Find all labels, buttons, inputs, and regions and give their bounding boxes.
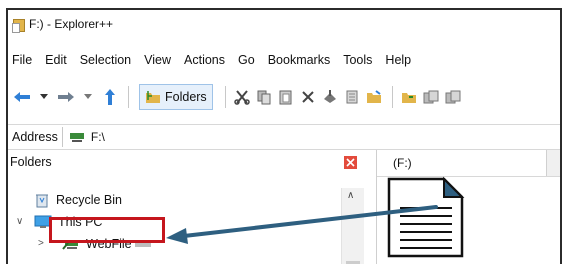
menu-bar: File Edit Selection View Actions Go Book…: [8, 50, 560, 70]
menu-selection[interactable]: Selection: [76, 53, 140, 67]
up-button[interactable]: [100, 85, 120, 109]
toolbar: Folders: [8, 82, 560, 112]
window-title: F:) - Explorer++: [29, 17, 114, 31]
paste-icon: [279, 90, 292, 105]
scrollbar-thumb[interactable]: [346, 261, 360, 264]
chevron-down-icon: [84, 94, 92, 99]
cut-icon: [233, 90, 250, 105]
tab-drive-f[interactable]: (F:): [377, 150, 547, 176]
properties-icon: [323, 90, 336, 103]
menu-tools[interactable]: Tools: [339, 53, 381, 67]
copy-to-icon: [445, 90, 461, 104]
delete-icon: [301, 91, 314, 103]
cut-button[interactable]: [232, 85, 252, 109]
folders-panel: Folders Recycle Bin ∨ This PC > WebFile: [8, 150, 364, 264]
folders-icon: [146, 91, 160, 103]
menu-help[interactable]: Help: [381, 53, 420, 67]
forward-dropdown[interactable]: [78, 85, 98, 109]
menu-go[interactable]: Go: [234, 53, 264, 67]
forward-button[interactable]: [56, 85, 76, 109]
view-icon: [346, 90, 358, 104]
address-bar: Address F:\: [8, 124, 560, 150]
network-drive-icon: [69, 133, 84, 142]
title-bar: F:) - Explorer++: [8, 10, 560, 38]
properties-button[interactable]: [320, 85, 340, 109]
scroll-up-icon[interactable]: ∧: [347, 190, 354, 201]
extra-button[interactable]: [443, 85, 463, 109]
folders-button-label: Folders: [165, 90, 207, 104]
toolbar-separator: [391, 86, 393, 108]
menu-actions[interactable]: Actions: [180, 53, 234, 67]
recycle-bin-icon: [36, 194, 48, 208]
chevron-down-icon[interactable]: ∨: [16, 216, 23, 227]
file-list-pane: (F:): [376, 150, 560, 264]
menu-file[interactable]: File: [8, 53, 41, 67]
back-arrow-icon: [14, 92, 30, 102]
tab-strip: (F:): [377, 150, 560, 177]
new-folder-button[interactable]: [364, 85, 384, 109]
close-folders-panel-button[interactable]: [344, 156, 357, 169]
copy-icon: [257, 90, 271, 105]
new-folder-icon: [366, 90, 381, 103]
folders-panel-title: Folders: [10, 155, 52, 169]
folders-panel-header: Folders: [8, 150, 364, 174]
tree-item-recycle-bin[interactable]: Recycle Bin: [34, 190, 122, 210]
toolbar-separator: [224, 86, 226, 108]
delete-button[interactable]: [298, 85, 318, 109]
view-button[interactable]: [342, 85, 362, 109]
highlight-box: [49, 217, 165, 243]
address-value: F:\: [90, 130, 105, 144]
paste-button[interactable]: [276, 85, 296, 109]
move-to-button[interactable]: [399, 85, 419, 109]
copy-to-button[interactable]: [421, 85, 441, 109]
address-input[interactable]: F:\: [61, 127, 560, 147]
up-arrow-icon: [105, 89, 115, 105]
copy-button[interactable]: [254, 85, 274, 109]
tab-label: (F:): [393, 156, 412, 170]
folders-button[interactable]: Folders: [139, 84, 213, 110]
app-icon: [12, 17, 25, 33]
close-icon: [346, 158, 355, 167]
menu-view[interactable]: View: [140, 53, 180, 67]
back-button[interactable]: [12, 85, 32, 109]
menu-edit[interactable]: Edit: [41, 53, 76, 67]
menu-bookmarks[interactable]: Bookmarks: [264, 53, 340, 67]
back-dropdown[interactable]: [34, 85, 54, 109]
toolbar-separator: [128, 86, 129, 108]
address-label: Address: [12, 130, 58, 144]
chevron-right-icon[interactable]: >: [38, 238, 44, 249]
folder-move-icon: [401, 93, 416, 103]
tree-item-label: Recycle Bin: [56, 193, 122, 207]
forward-arrow-icon: [58, 92, 74, 102]
folder-tree-scrollbar[interactable]: ∧: [341, 188, 364, 264]
copy-to-icon: [423, 90, 439, 104]
chevron-down-icon: [40, 94, 48, 99]
